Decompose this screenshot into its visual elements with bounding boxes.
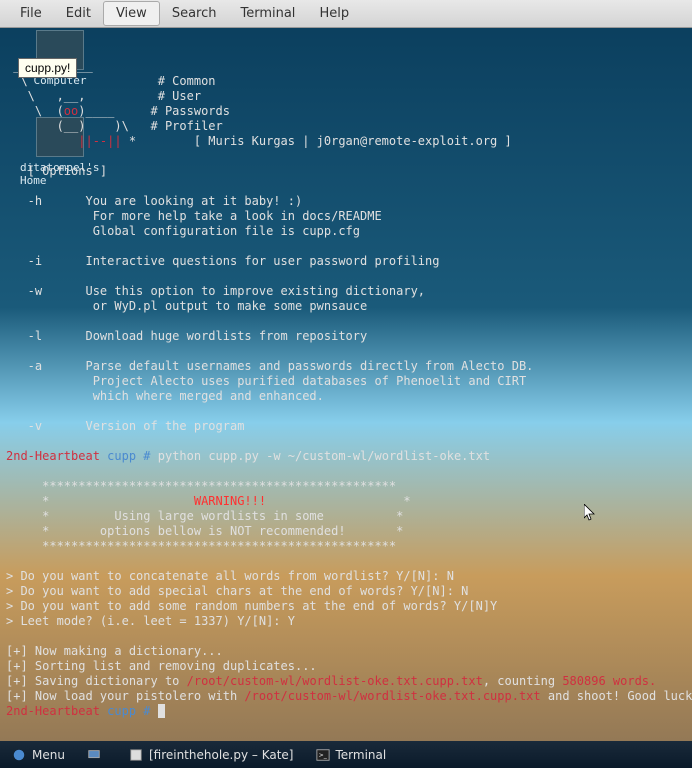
ascii-legs: ||--|| <box>64 134 122 148</box>
warning-line: * <box>266 494 411 508</box>
ascii-line: \ ,__, <box>6 89 158 103</box>
opt-h: For more help take a look in docs/README <box>6 209 382 223</box>
question-line: > Leet mode? (i.e. leet = 1337) Y/[N]: Y <box>6 614 295 628</box>
opt-h: -h You are looking at it baby! :) <box>6 194 302 208</box>
start-menu-button[interactable]: Menu <box>4 745 73 765</box>
output-line: [+] Now load your pistolero with <box>6 689 244 703</box>
prompt-cmd: python cupp.py -w ~/custom-wl/wordlist-o… <box>158 449 490 463</box>
start-menu-label: Menu <box>32 748 65 762</box>
menu-file[interactable]: File <box>8 2 54 25</box>
kate-icon <box>129 748 143 762</box>
terminal-icon: >_ <box>316 748 330 762</box>
menu-help[interactable]: Help <box>307 2 361 25</box>
opt-a: -a Parse default usernames and passwords… <box>6 359 533 373</box>
help-passwords: # Passwords <box>151 104 230 118</box>
help-user: # User <box>158 89 201 103</box>
opt-a: Project Alecto uses purified databases o… <box>6 374 526 388</box>
prompt-host: 2nd-Heartbeat <box>6 449 100 463</box>
warning-line: * Using large wordlists in some * <box>6 509 403 523</box>
menu-view[interactable]: View <box>103 1 160 26</box>
question-line: > Do you want to concatenate all words f… <box>6 569 454 583</box>
menu-search[interactable]: Search <box>160 2 229 25</box>
cursor-block: ▮ <box>158 704 165 718</box>
prompt-host: 2nd-Heartbeat <box>6 704 100 718</box>
menu-edit[interactable]: Edit <box>54 2 103 25</box>
output-line: [+] Now making a dictionary... <box>6 644 223 658</box>
opt-a: which where merged and enhanced. <box>6 389 324 403</box>
output-path: /root/custom-wl/wordlist-oke.txt.cupp.tx… <box>187 674 483 688</box>
taskbar-app-kate[interactable]: [fireinthehole.py – Kate] <box>121 745 302 765</box>
ascii-line: \ ( <box>6 104 64 118</box>
ascii-eyes: oo <box>64 104 78 118</box>
opt-h: Global configuration file is cupp.cfg <box>6 224 360 238</box>
warning-line: * options bellow is NOT recommended! * <box>6 524 403 538</box>
opt-l: -l Download huge wordlists from reposito… <box>6 329 367 343</box>
prompt-path: cupp # <box>107 449 150 463</box>
warning-border: ****************************************… <box>6 539 396 553</box>
taskbar-app-terminal[interactable]: >_ Terminal <box>308 745 395 765</box>
ascii-line <box>6 134 64 148</box>
warning-line: * <box>6 494 194 508</box>
options-header: [ Options ] <box>6 164 107 178</box>
svg-text:>_: >_ <box>318 751 327 758</box>
mouse-cursor-icon <box>584 504 596 522</box>
show-desktop-button[interactable] <box>79 745 115 765</box>
tooltip: cupp.py! <box>18 58 77 78</box>
taskbar-app-label: Terminal <box>336 748 387 762</box>
warning-border: ****************************************… <box>6 479 396 493</box>
prompt-path: cupp # <box>107 704 150 718</box>
help-profiler: # Profiler <box>151 119 223 133</box>
desktop-icon <box>87 748 101 762</box>
output-line: , counting <box>483 674 562 688</box>
output-line: and shoot! Good luck! <box>541 689 692 703</box>
ascii-line: )____ <box>78 104 150 118</box>
warning-text: WARNING!!! <box>194 494 266 508</box>
menu-terminal[interactable]: Terminal <box>228 2 307 25</box>
author-line: [ Muris Kurgas | j0rgan@remote-exploit.o… <box>158 134 512 148</box>
output-line: [+] Saving dictionary to <box>6 674 187 688</box>
terminal-output[interactable]: ___________ \ # Common \ ,__, # User \ (… <box>0 40 692 738</box>
output-line: [+] Sorting list and removing duplicates… <box>6 659 317 673</box>
ascii-line: (__) )\ <box>6 119 151 133</box>
output-count: 580896 words. <box>562 674 656 688</box>
opt-i: -i Interactive questions for user passwo… <box>6 254 439 268</box>
taskbar-app-label: [fireinthehole.py – Kate] <box>149 748 294 762</box>
output-path: /root/custom-wl/wordlist-oke.txt.cupp.tx… <box>244 689 540 703</box>
help-common: # Common <box>158 74 216 88</box>
opt-w: -w Use this option to improve existing d… <box>6 284 425 298</box>
taskbar: Menu [fireinthehole.py – Kate] >_ Termin… <box>0 741 692 768</box>
menubar: File Edit View Search Terminal Help <box>0 0 692 28</box>
question-line: > Do you want to add special chars at th… <box>6 584 468 598</box>
opt-w: or WyD.pl output to make some pwnsauce <box>6 299 367 313</box>
ascii-line: * <box>122 134 158 148</box>
xfce-menu-icon <box>12 748 26 762</box>
question-line: > Do you want to add some random numbers… <box>6 599 497 613</box>
opt-v: -v Version of the program <box>6 419 244 433</box>
